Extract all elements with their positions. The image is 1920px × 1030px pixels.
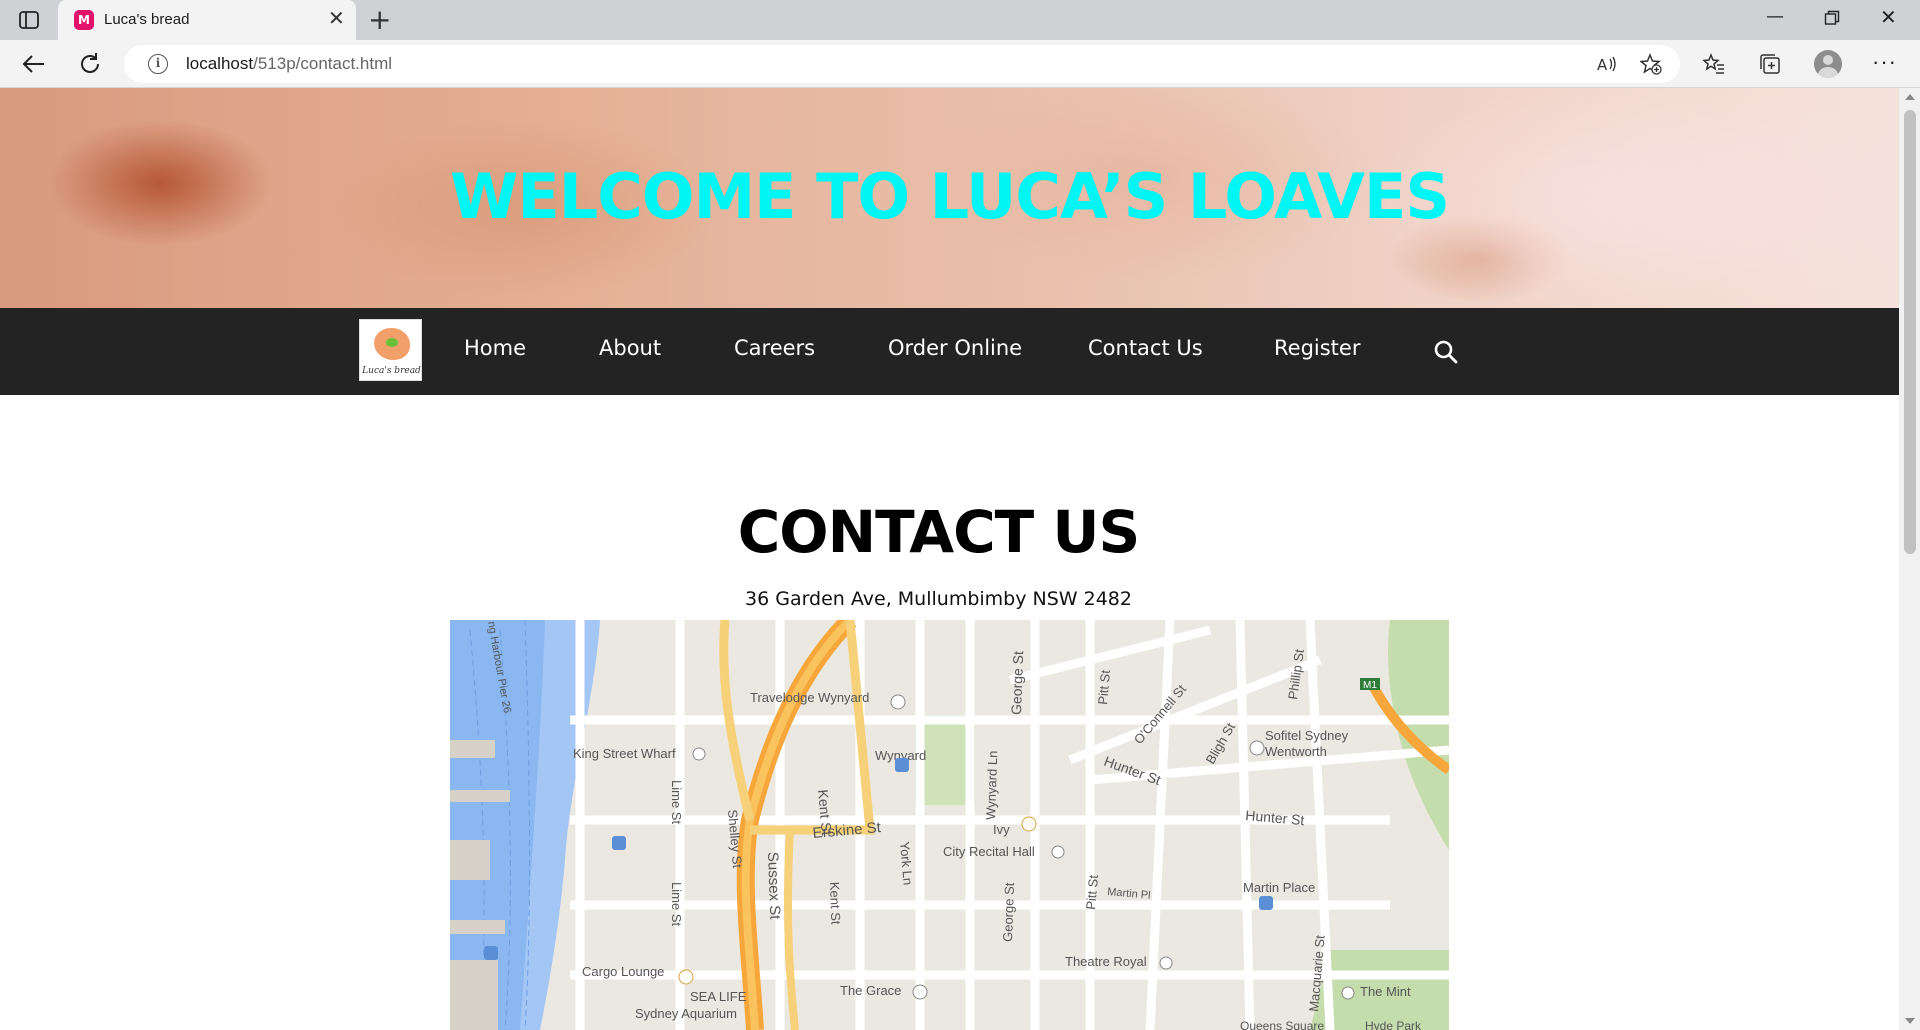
map-label: Lime St <box>669 882 684 926</box>
leaf-logo-icon <box>386 338 398 347</box>
map-label: Queens Square <box>1240 1019 1324 1030</box>
map-label: York Ln <box>897 841 916 886</box>
map-label: Travelodge Wynyard <box>750 690 869 705</box>
map-label: Wynyard Ln <box>983 750 1000 820</box>
contact-address: 36 Garden Ave, Mullumbimby NSW 2482 <box>745 588 1132 610</box>
browser-toolbar: i localhost/513p/contact.html A ··· <box>0 40 1920 88</box>
address-bar[interactable]: i localhost/513p/contact.html A <box>124 45 1680 83</box>
refresh-icon[interactable] <box>76 50 104 78</box>
page-scrollbar[interactable] <box>1899 88 1920 1030</box>
site-info-icon[interactable]: i <box>148 54 168 74</box>
map-label: Pitt St <box>1095 669 1113 705</box>
map-graphic: ng Harbour Pier 26 Travelodge Wynyard Ki… <box>450 620 1449 1030</box>
nav-link-home[interactable]: Home <box>464 336 526 360</box>
svg-text:A: A <box>1597 56 1608 74</box>
map-label: The Grace <box>840 983 901 998</box>
map-label: Theatre Royal <box>1065 954 1147 969</box>
map-label: Hunter St <box>1102 753 1163 788</box>
logo-text: Luca's bread <box>362 366 421 376</box>
hero-banner: WELCOME TO LUCA’S LOAVES <box>0 88 1899 308</box>
profile-avatar-icon[interactable] <box>1814 50 1842 78</box>
map-label: Lime St <box>669 780 684 824</box>
map-label: Hyde Park <box>1365 1019 1422 1030</box>
map-label: Martin Pl <box>1107 886 1151 902</box>
map-label: George St <box>1000 882 1017 942</box>
map-label: Ivy <box>993 822 1010 837</box>
map-label: Bligh St <box>1203 720 1239 767</box>
nav-link-careers[interactable]: Careers <box>734 336 815 360</box>
browser-tab-active[interactable]: M Luca's bread ✕ <box>58 0 356 40</box>
map-label: Wentworth <box>1265 744 1327 759</box>
map-label: Martin Place <box>1243 880 1315 895</box>
back-arrow-icon[interactable] <box>20 50 48 78</box>
tab-actions-icon[interactable] <box>18 9 40 31</box>
search-icon[interactable] <box>1433 339 1459 365</box>
tab-title: Luca's bread <box>104 11 190 28</box>
nav-link-register[interactable]: Register <box>1274 336 1360 360</box>
scroll-down-icon[interactable] <box>1905 1018 1915 1024</box>
read-aloud-icon[interactable]: A <box>1596 53 1618 75</box>
map-label: Sofitel Sydney <box>1265 728 1349 743</box>
scroll-thumb[interactable] <box>1904 110 1916 554</box>
main-navigation: Luca's bread Home About Careers Order On… <box>0 308 1899 395</box>
close-tab-icon[interactable]: ✕ <box>328 9 345 29</box>
collections-icon[interactable] <box>1758 52 1782 76</box>
nav-link-order-online[interactable]: Order Online <box>888 336 1022 360</box>
close-window-icon[interactable]: ✕ <box>1880 5 1897 29</box>
scroll-up-icon[interactable] <box>1905 94 1915 100</box>
address-url[interactable]: localhost/513p/contact.html <box>186 54 392 74</box>
site-logo[interactable]: Luca's bread <box>359 319 422 381</box>
page-viewport: WELCOME TO LUCA’S LOAVES Luca's bread Ho… <box>0 88 1899 1030</box>
add-favorite-icon[interactable] <box>1640 53 1662 75</box>
map-label: Cargo Lounge <box>582 964 664 979</box>
map-label: The Mint <box>1360 984 1411 999</box>
map-label: Kent St <box>827 882 843 926</box>
map-label: Sussex St <box>764 852 783 921</box>
nav-link-about[interactable]: About <box>599 336 661 360</box>
site-favicon-icon: M <box>74 10 94 30</box>
map-label: Phillip St <box>1285 648 1307 701</box>
browser-tab-bar: M Luca's bread ✕ + — ✕ <box>0 0 1920 40</box>
nav-link-contact-us[interactable]: Contact Us <box>1088 336 1203 360</box>
map-label: City Recital Hall <box>943 844 1035 859</box>
map-label: George St <box>1008 651 1026 715</box>
svg-text:M1: M1 <box>1363 680 1377 691</box>
restore-window-icon[interactable] <box>1824 10 1840 26</box>
contact-heading: CONTACT US <box>737 498 1141 566</box>
map-label: Hunter St <box>1245 807 1305 828</box>
favorites-icon[interactable] <box>1702 52 1726 76</box>
new-tab-icon[interactable]: + <box>368 5 391 35</box>
hero-title: WELCOME TO LUCA’S LOAVES <box>450 160 1450 233</box>
more-options-icon[interactable]: ··· <box>1872 49 1897 75</box>
map-label: Sydney Aquarium <box>635 1006 737 1021</box>
map-label: Pitt St <box>1083 874 1101 910</box>
location-map[interactable]: ng Harbour Pier 26 Travelodge Wynyard Ki… <box>450 620 1449 1030</box>
map-label: King Street Wharf <box>573 746 676 761</box>
map-label: SEA LIFE <box>690 989 747 1004</box>
minimize-window-icon[interactable]: — <box>1766 6 1784 27</box>
